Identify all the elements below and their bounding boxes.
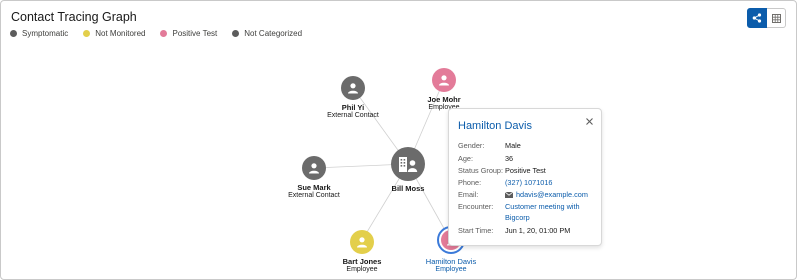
node-role: External Contact (327, 112, 379, 119)
node-role: Employee (346, 266, 378, 273)
node-avatar (341, 76, 365, 100)
account-icon (399, 157, 418, 172)
detail-row-start-time: Start Time: Jun 1, 20, 01:00 PM (458, 226, 570, 235)
phone-link[interactable]: (327) 1071016 (505, 178, 552, 187)
encounter-line: Bigcorp (505, 212, 530, 222)
detail-label: Start Time: (458, 226, 494, 235)
detail-label: Gender: (458, 141, 485, 150)
node-avatar (391, 147, 425, 181)
node-name: Phil Yi (341, 103, 365, 112)
detail-row-encounter: Encounter: Customer meeting with Bigcorp (458, 202, 580, 223)
node-name: Bart Jones (342, 257, 382, 266)
close-button[interactable] (583, 115, 595, 127)
encounter-line: Customer meeting with (505, 202, 580, 211)
node-avatar (302, 156, 326, 180)
person-icon (348, 83, 358, 94)
detail-label: Encounter: (458, 202, 494, 211)
node-name: Joe Mohr (427, 95, 461, 104)
email-icon (505, 191, 513, 198)
detail-value: Male (505, 141, 521, 150)
email-text: hdavis@example.com (516, 190, 588, 199)
node-role: External Contact (288, 192, 340, 199)
detail-row-gender: Gender: Male (458, 141, 521, 150)
encounter-link[interactable]: Customer meeting with Bigcorp (505, 202, 580, 223)
detail-value: 36 (505, 154, 514, 163)
detail-value: Jun 1, 20, 01:00 PM (505, 226, 571, 235)
detail-label: Phone: (458, 178, 482, 187)
node-name: Sue Mark (297, 183, 331, 192)
detail-row-age: Age: 36 (458, 154, 513, 163)
graph-node-bill-moss[interactable]: Bill Moss (353, 147, 463, 193)
detail-label: Status Group: (458, 166, 504, 175)
detail-label: Age: (458, 154, 474, 163)
detail-label: Email: (458, 190, 479, 199)
person-icon (439, 75, 449, 86)
node-avatar (432, 68, 456, 92)
close-icon (585, 117, 593, 125)
node-name: Hamilton Davis (425, 257, 477, 266)
detail-row-email: Email: hdavis@example.com (458, 190, 588, 199)
popover-title[interactable]: Hamilton Davis (458, 120, 532, 132)
email-link[interactable]: hdavis@example.com (505, 190, 588, 199)
node-name: Bill Moss (391, 184, 425, 193)
detail-value: Positive Test (505, 166, 546, 175)
graph-node-joe-mohr[interactable]: Joe Mohr Employee (389, 68, 499, 111)
node-role: Employee (435, 266, 467, 273)
contact-details-popover: Hamilton Davis Gender: Male Age: 36 Stat… (448, 108, 602, 246)
detail-row-status: Status Group: Positive Test (458, 166, 546, 175)
contact-tracing-card: Contact Tracing Graph Symptomatic Not Mo… (0, 0, 797, 280)
person-icon (357, 237, 367, 248)
graph-node-sue-mark[interactable]: Sue Mark External Contact (259, 156, 369, 199)
detail-row-phone: Phone: (327) 1071016 (458, 178, 552, 187)
node-avatar (350, 230, 374, 254)
person-icon (309, 163, 319, 174)
